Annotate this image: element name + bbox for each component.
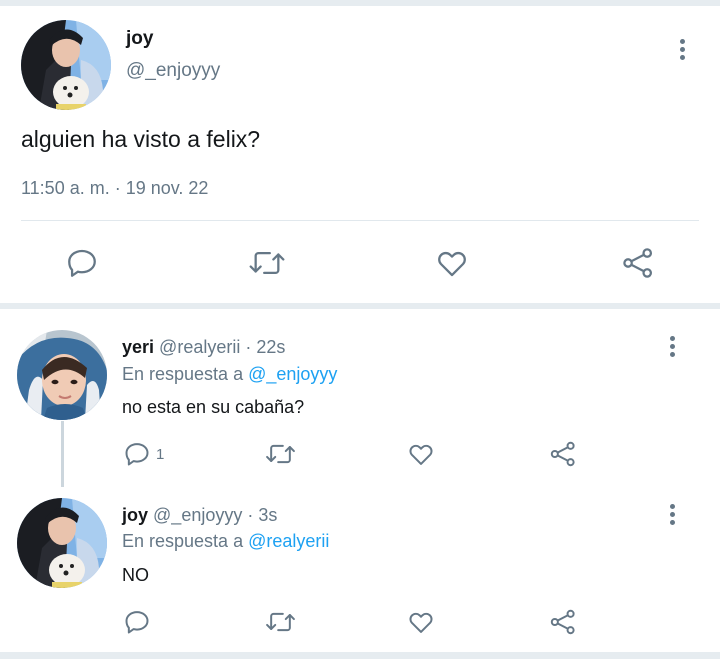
like-icon <box>409 612 433 633</box>
reply-to-link[interactable]: @realyerii <box>248 531 329 551</box>
more-options-icon[interactable] <box>670 336 676 360</box>
like-button[interactable] <box>406 440 436 468</box>
reply-header: yeri @realyerii · 22s <box>122 337 285 358</box>
avatar-yeri[interactable] <box>17 330 107 420</box>
retweet-icon <box>266 444 295 464</box>
tweet-timestamp: 11:50 a. m. · 19 nov. 22 <box>21 178 209 198</box>
reply-time: · 3s <box>247 505 278 525</box>
like-button[interactable] <box>406 608 436 636</box>
reply-context: En respuesta a @realyerii <box>122 531 329 552</box>
retweet-icon <box>249 251 285 275</box>
author-name[interactable]: joy <box>122 505 148 525</box>
reply-button[interactable] <box>65 246 99 280</box>
reply-header: joy @_enjoyyy · 3s <box>122 505 277 526</box>
author-name[interactable]: joy <box>126 28 153 50</box>
reply-icon <box>125 611 149 634</box>
avatar-joy[interactable] <box>17 498 107 588</box>
reply-to-link[interactable]: @_enjoyyy <box>248 364 337 384</box>
like-icon <box>438 251 466 277</box>
author-handle[interactable]: @_enjoyyy <box>126 60 220 82</box>
reply-button[interactable]: 1 <box>123 440 164 468</box>
reply-icon <box>125 443 149 466</box>
share-icon <box>550 609 575 635</box>
reply-time: · 22s <box>245 337 286 357</box>
retweet-button[interactable] <box>247 246 287 280</box>
more-options-icon[interactable] <box>670 504 676 528</box>
author-handle[interactable]: @realyerii <box>159 337 240 357</box>
author-handle[interactable]: @_enjoyyy <box>153 505 242 525</box>
reply-button[interactable] <box>123 608 156 636</box>
more-options-icon[interactable] <box>680 39 686 63</box>
reply-text: NO <box>122 565 149 585</box>
share-button[interactable] <box>620 246 656 280</box>
retweet-button[interactable] <box>264 440 297 468</box>
reply-text: no esta en su cabaña? <box>122 397 305 417</box>
like-icon <box>409 444 433 465</box>
share-button[interactable] <box>548 440 578 468</box>
reply-prefix: En respuesta a <box>122 364 244 384</box>
like-button[interactable] <box>434 246 470 280</box>
retweet-icon <box>266 612 295 632</box>
replies-section: yeri @realyerii · 22s En respuesta a @_e… <box>0 309 720 652</box>
tweet-text: alguien ha visto a felix? <box>21 126 261 152</box>
author-name[interactable]: yeri <box>122 337 154 357</box>
share-icon <box>623 248 653 278</box>
share-icon <box>550 441 575 467</box>
reply-count: 1 <box>156 445 165 463</box>
avatar-joy[interactable] <box>21 20 111 110</box>
thread-line <box>61 421 64 487</box>
main-tweet: joy @_enjoyyy alguien ha visto a felix? … <box>0 6 720 303</box>
reply-icon <box>68 249 96 277</box>
divider <box>21 220 699 221</box>
retweet-button[interactable] <box>264 608 297 636</box>
reply-context: En respuesta a @_enjoyyy <box>122 364 337 385</box>
reply-prefix: En respuesta a <box>122 531 244 551</box>
share-button[interactable] <box>548 608 578 636</box>
